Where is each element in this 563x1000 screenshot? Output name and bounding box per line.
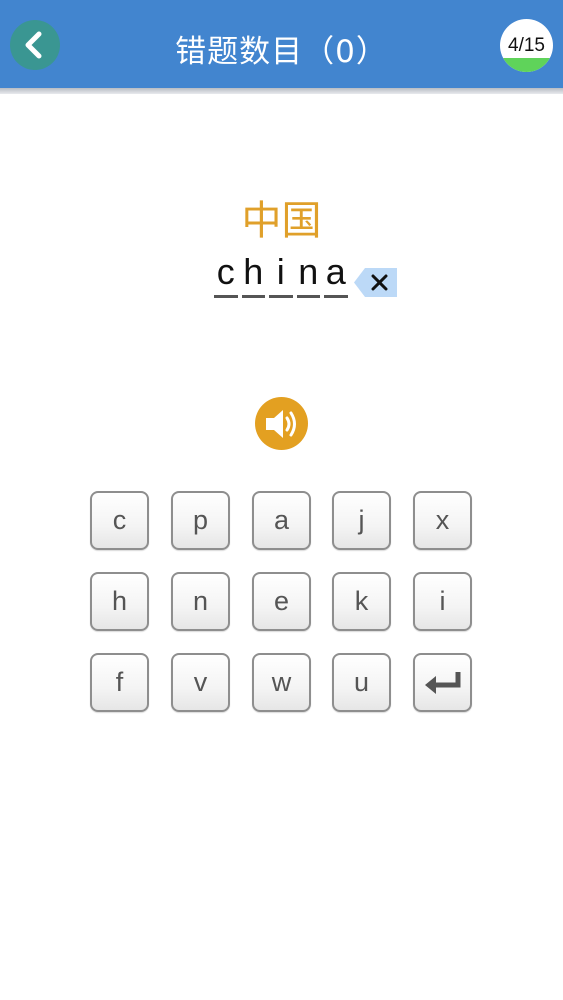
- delete-letter-button[interactable]: [353, 267, 399, 298]
- key-e[interactable]: e: [252, 572, 311, 631]
- answer-letter: i: [267, 252, 295, 300]
- top-bar: 错题数目（0） 4/15: [0, 0, 563, 88]
- key-u[interactable]: u: [332, 653, 391, 712]
- key-c[interactable]: c: [90, 491, 149, 550]
- enter-icon: [424, 671, 460, 694]
- answer-letter: a: [322, 252, 350, 300]
- key-f[interactable]: f: [90, 653, 149, 712]
- key-h[interactable]: h: [90, 572, 149, 631]
- progress-text: 4/15: [508, 35, 545, 56]
- answer-letter: n: [295, 252, 323, 300]
- key-w[interactable]: w: [252, 653, 311, 712]
- answer-letter: h: [240, 252, 268, 300]
- backspace-icon: [354, 268, 397, 297]
- key-k[interactable]: k: [332, 572, 391, 631]
- key-x[interactable]: x: [413, 491, 472, 550]
- key-i[interactable]: i: [413, 572, 472, 631]
- page-title: 错题数目（0）: [175, 34, 388, 70]
- key-n[interactable]: n: [171, 572, 230, 631]
- key-a[interactable]: a: [252, 491, 311, 550]
- chinese-word: 中国: [241, 198, 322, 244]
- key-p[interactable]: p: [171, 491, 230, 550]
- header-divider: [0, 88, 563, 94]
- enter-key[interactable]: [413, 653, 472, 712]
- answer-letter: c: [212, 252, 240, 300]
- speaker-icon: [265, 409, 296, 438]
- progress-indicator: 4/15: [500, 19, 553, 72]
- answer-letters: c h i n a: [212, 252, 350, 300]
- key-j[interactable]: j: [332, 491, 391, 550]
- key-v[interactable]: v: [171, 653, 230, 712]
- play-sound-button[interactable]: [255, 397, 308, 450]
